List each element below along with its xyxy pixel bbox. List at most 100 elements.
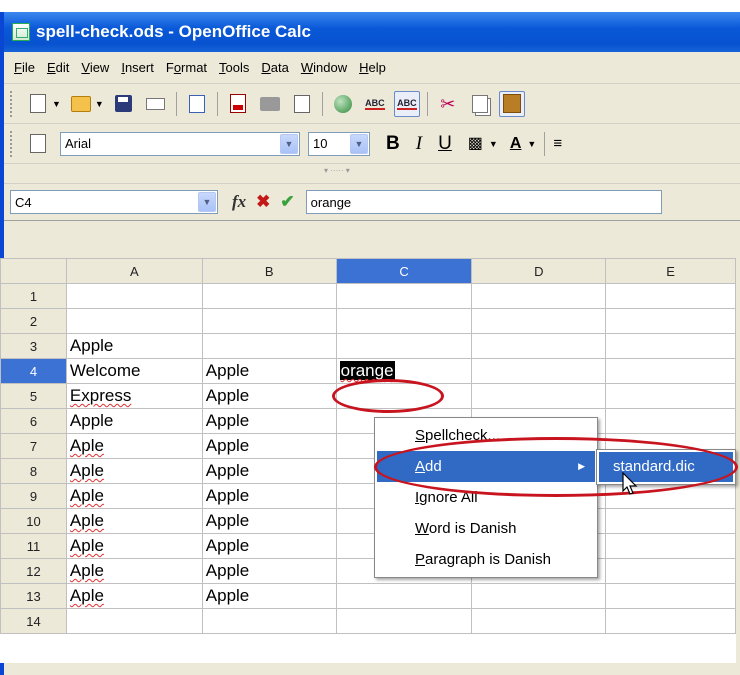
menu-tools[interactable]: Tools (213, 60, 255, 75)
cell[interactable]: Aple (65, 458, 203, 484)
active-cell[interactable]: orange (335, 358, 473, 384)
chevron-down-icon[interactable]: ▼ (350, 133, 368, 154)
cell[interactable] (605, 608, 736, 634)
cell[interactable] (335, 308, 473, 334)
menu-help[interactable]: Help (353, 60, 392, 75)
font-color-icon[interactable]: A (510, 133, 522, 155)
align-left-icon[interactable]: ≡ (553, 133, 562, 155)
cell[interactable]: Aple (65, 583, 203, 609)
row-header[interactable]: 6 (0, 408, 67, 434)
save-button[interactable] (111, 91, 137, 117)
menu-window[interactable]: Window (295, 60, 353, 75)
export-pdf-button[interactable] (225, 91, 251, 117)
cell[interactable] (605, 308, 736, 334)
autospellcheck-button[interactable]: ABC (393, 90, 420, 117)
cell[interactable] (471, 308, 607, 334)
menu-item-spellcheck[interactable]: Spellcheck... (377, 420, 595, 451)
row-header[interactable]: 13 (0, 583, 67, 609)
row-header[interactable]: 14 (0, 608, 67, 634)
select-all-corner[interactable] (0, 258, 67, 284)
bg-color-dropdown-icon[interactable]: ▼ (489, 139, 498, 149)
cell[interactable] (335, 283, 473, 309)
row-header[interactable]: 11 (0, 533, 67, 559)
cell[interactable] (605, 333, 736, 359)
cell[interactable] (471, 358, 607, 384)
row-header[interactable]: 5 (0, 383, 67, 409)
menu-item-ignore-all[interactable]: Ignore All (377, 482, 595, 513)
cell[interactable] (201, 333, 337, 359)
accept-icon[interactable]: ✔ (280, 192, 294, 212)
spellcheck-button[interactable]: ABC (362, 91, 388, 117)
name-box[interactable]: C4 ▼ (10, 190, 218, 214)
cell[interactable] (605, 558, 736, 584)
cell[interactable] (201, 283, 337, 309)
cell[interactable]: Aple (65, 508, 203, 534)
chevron-down-icon[interactable]: ▼ (280, 133, 298, 154)
new-dropdown-arrow-icon[interactable]: ▼ (52, 99, 61, 109)
navigator-button[interactable] (330, 91, 356, 117)
cell[interactable] (335, 383, 473, 409)
cell[interactable] (65, 308, 203, 334)
row-header[interactable]: 10 (0, 508, 67, 534)
menu-item-paragraph-language[interactable]: Paragraph is Danish (377, 544, 595, 575)
cell[interactable] (335, 608, 473, 634)
cell[interactable] (605, 583, 736, 609)
cell[interactable] (65, 283, 203, 309)
cell[interactable] (605, 358, 736, 384)
email-button[interactable] (143, 91, 169, 117)
menu-item-add[interactable]: Add ▶ (377, 451, 595, 482)
cell[interactable] (471, 283, 607, 309)
cell[interactable]: Apple (65, 408, 203, 434)
cell[interactable]: Express (65, 383, 203, 409)
submenu-item-standard-dic[interactable]: standard.dic (599, 452, 733, 482)
cell[interactable]: Apple (201, 433, 337, 459)
cell[interactable]: Welcome (65, 358, 203, 384)
row-header[interactable]: 8 (0, 458, 67, 484)
styles-button[interactable] (25, 131, 51, 157)
page-preview-button[interactable] (289, 91, 315, 117)
cell[interactable] (471, 333, 607, 359)
column-header-a[interactable]: A (65, 258, 203, 284)
cell[interactable]: Aple (65, 483, 203, 509)
underline-button[interactable]: U (438, 133, 452, 155)
formula-input[interactable]: orange (305, 190, 662, 214)
row-header[interactable]: 1 (0, 283, 67, 309)
open-button[interactable] (68, 91, 94, 117)
font-size-combo[interactable]: 10 ▼ (308, 131, 370, 156)
cell[interactable] (471, 608, 607, 634)
cell[interactable]: Apple (201, 358, 337, 384)
cell[interactable] (201, 608, 337, 634)
paste-button[interactable] (498, 90, 525, 117)
chevron-down-icon[interactable]: ▼ (198, 192, 216, 212)
cell[interactable]: Aple (65, 533, 203, 559)
menu-file[interactable]: File (8, 60, 41, 75)
toolbar-grip[interactable] (10, 130, 14, 157)
menu-view[interactable]: View (75, 60, 115, 75)
row-header[interactable]: 12 (0, 558, 67, 584)
cell[interactable] (335, 583, 473, 609)
open-dropdown-arrow-icon[interactable]: ▼ (95, 99, 104, 109)
row-header[interactable]: 3 (0, 333, 67, 359)
cell[interactable] (65, 608, 203, 634)
cell[interactable]: Apple (201, 408, 337, 434)
background-color-icon[interactable]: ▩ (468, 133, 483, 155)
column-header-d[interactable]: D (471, 258, 607, 284)
cell[interactable] (605, 533, 736, 559)
cut-button[interactable]: ✂ (435, 91, 461, 117)
font-name-combo[interactable]: Arial ▼ (60, 131, 300, 156)
row-header[interactable]: 9 (0, 483, 67, 509)
cell[interactable]: Apple (201, 383, 337, 409)
menu-edit[interactable]: Edit (41, 60, 75, 75)
cell[interactable] (471, 583, 607, 609)
cell[interactable] (605, 408, 736, 434)
cell[interactable]: Apple (201, 483, 337, 509)
cell[interactable]: Apple (65, 333, 203, 359)
menu-format[interactable]: Format (160, 60, 213, 75)
new-document-button[interactable] (25, 91, 51, 117)
title-bar[interactable]: spell-check.ods - OpenOffice Calc (4, 12, 740, 52)
cell[interactable] (605, 283, 736, 309)
cell[interactable] (471, 383, 607, 409)
menu-data[interactable]: Data (255, 60, 294, 75)
copy-button[interactable] (467, 91, 493, 117)
cell[interactable] (335, 333, 473, 359)
